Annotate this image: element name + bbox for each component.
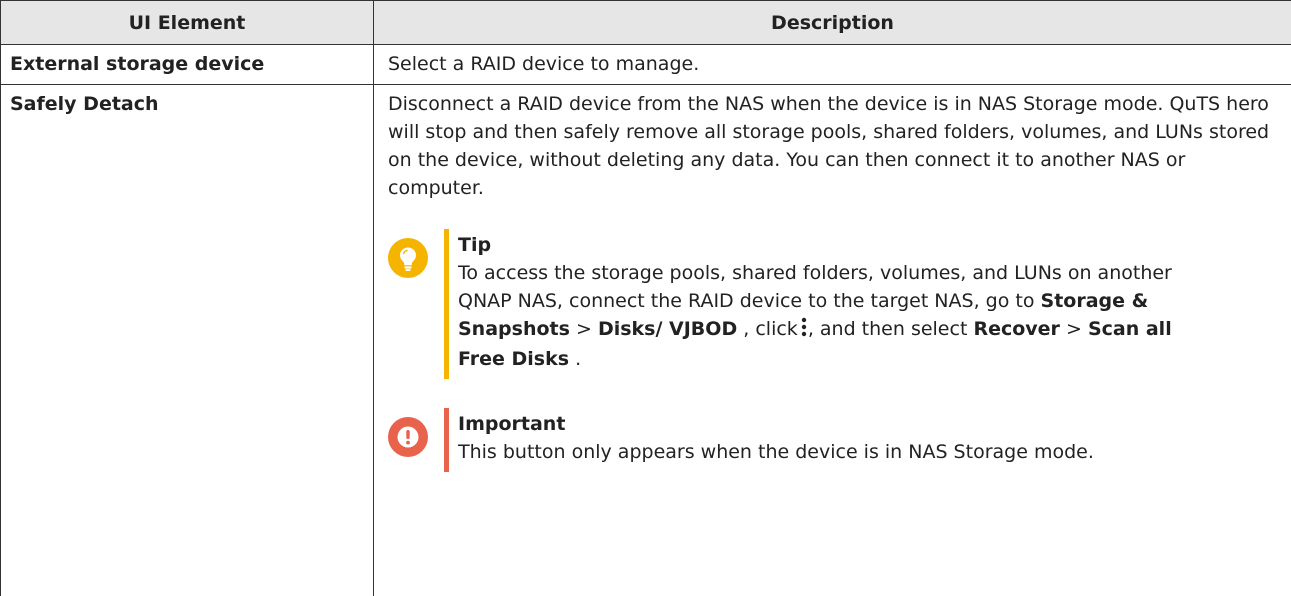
tip-text: To access the storage pools, shared fold… (458, 262, 1172, 370)
lightbulb-icon (388, 238, 428, 278)
tip-title: Tip (458, 234, 492, 256)
important-note: Important This button only appears when … (388, 408, 1214, 472)
row-element-name: External storage device (0, 44, 374, 85)
important-text: This button only appears when the device… (458, 441, 1094, 463)
header-ui-element: UI Element (0, 0, 374, 45)
table-row: External storage device Select a RAID de… (0, 44, 1291, 85)
row-description: Disconnect a RAID device from the NAS wh… (388, 93, 1270, 199)
ui-element-table: UI Element Description External storage … (0, 0, 1291, 596)
menu-path-recover: Recover (973, 318, 1060, 340)
tip-note: Tip To access the storage pools, shared … (388, 229, 1214, 379)
important-title: Important (458, 413, 566, 435)
important-body: Important This button only appears when … (444, 408, 1214, 472)
exclamation-icon (388, 417, 428, 457)
row-description-cell: Disconnect a RAID device from the NAS wh… (373, 84, 1291, 596)
row-description: Select a RAID device to manage. (373, 44, 1291, 85)
menu-path-disks-vjbod: Disks/ VJBOD (597, 318, 738, 340)
tip-body: Tip To access the storage pools, shared … (444, 229, 1214, 379)
more-vertical-icon (800, 317, 808, 345)
header-description: Description (373, 0, 1291, 45)
table-header-row: UI Element Description (0, 0, 1291, 45)
table-row: Safely Detach Disconnect a RAID device f… (0, 84, 1291, 596)
row-element-name: Safely Detach (0, 84, 374, 596)
